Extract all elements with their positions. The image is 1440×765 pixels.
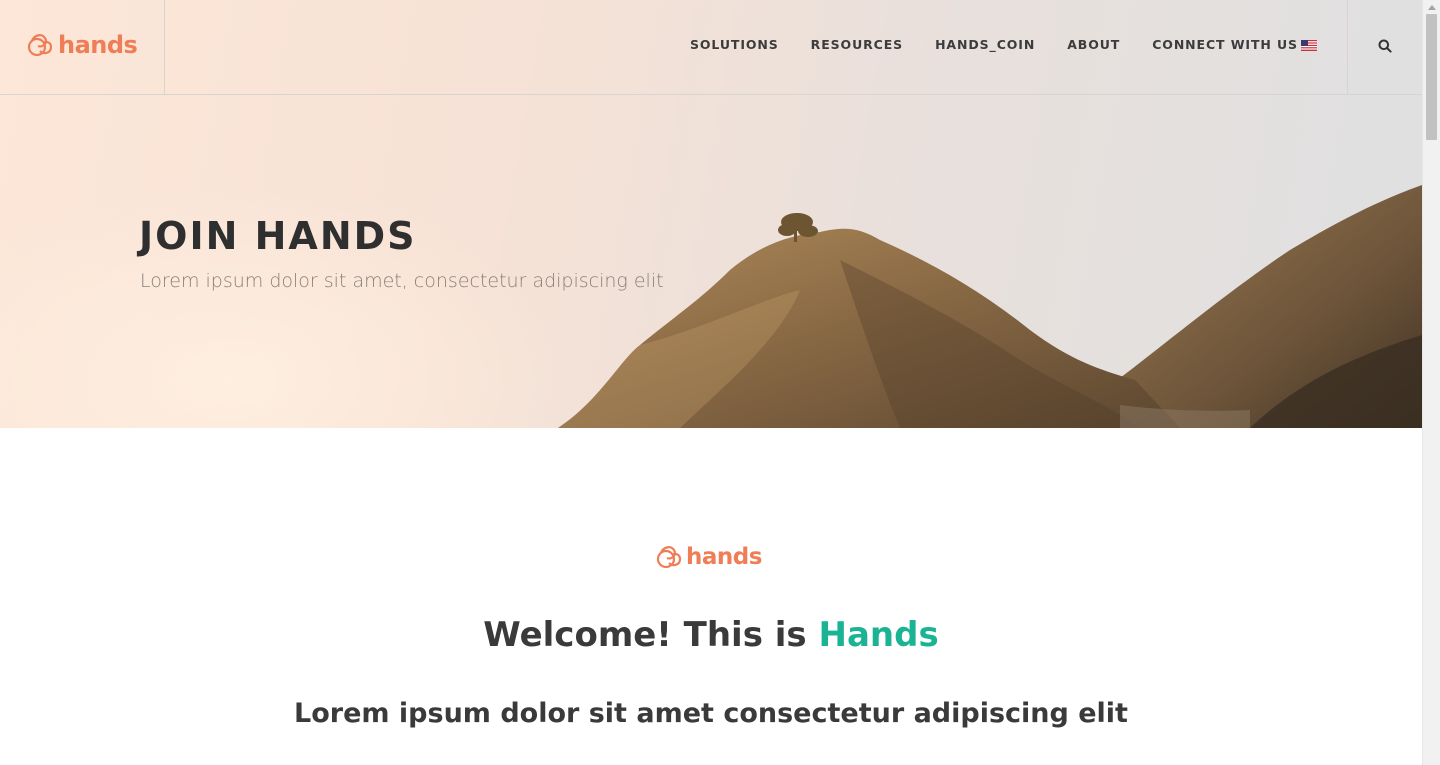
page-scrollbar[interactable] bbox=[1422, 0, 1440, 765]
hands-logo-icon bbox=[656, 546, 682, 569]
brand-name: hands bbox=[58, 31, 138, 59]
page: JOIN HANDS Lorem ipsum dolor sit amet, c… bbox=[0, 0, 1422, 765]
logo-container: hands bbox=[0, 0, 165, 94]
main-nav: SOLUTIONS RESOURCES HANDS_COIN ABOUT CON… bbox=[690, 37, 1330, 53]
nav-solutions[interactable]: SOLUTIONS bbox=[690, 37, 779, 53]
scrollbar-thumb[interactable] bbox=[1426, 14, 1437, 140]
us-flag-icon[interactable] bbox=[1301, 40, 1317, 51]
welcome-logo-text: hands bbox=[686, 544, 762, 570]
hero-subtitle: Lorem ipsum dolor sit amet, consectetur … bbox=[140, 270, 664, 292]
welcome-subtitle: Lorem ipsum dolor sit amet consectetur a… bbox=[294, 698, 1128, 729]
nav-connect-with-us[interactable]: CONNECT WITH US bbox=[1152, 37, 1298, 53]
nav-resources[interactable]: RESOURCES bbox=[811, 37, 903, 53]
site-header: hands SOLUTIONS RESOURCES HANDS_COIN ABO… bbox=[0, 0, 1422, 95]
hero-title: JOIN HANDS bbox=[139, 214, 417, 258]
hands-logo-icon bbox=[27, 34, 53, 57]
nav-hands-coin[interactable]: HANDS_COIN bbox=[935, 37, 1035, 53]
search-button[interactable] bbox=[1347, 0, 1422, 94]
nav-about[interactable]: ABOUT bbox=[1067, 37, 1120, 53]
welcome-logo: hands bbox=[655, 542, 762, 572]
welcome-title: Welcome! This is Hands bbox=[0, 612, 1422, 658]
welcome-title-prefix: Welcome! This is bbox=[483, 615, 819, 655]
search-icon bbox=[1378, 39, 1392, 53]
scroll-up-arrow-icon[interactable] bbox=[1423, 0, 1440, 14]
brand-logo[interactable]: hands bbox=[26, 30, 138, 60]
welcome-title-accent: Hands bbox=[818, 615, 939, 655]
